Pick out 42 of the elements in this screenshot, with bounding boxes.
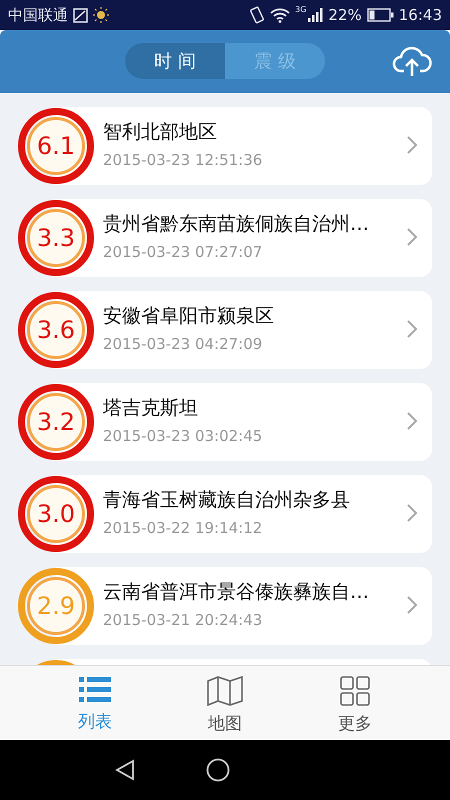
chevron-right-icon: [406, 595, 418, 615]
home-icon[interactable]: [206, 758, 230, 782]
quake-location: 贵州省黔东南苗族侗族自治州…: [103, 212, 370, 237]
cloud-upload-icon[interactable]: [392, 45, 432, 77]
battery-percent: 22%: [328, 6, 362, 24]
nav-tab[interactable]: 更多: [315, 666, 395, 740]
quake-time: 2015-03-23 03:02:45: [103, 427, 264, 445]
magnitude-value: 6.1: [36, 132, 76, 160]
quake-time: 2015-03-22 19:14:12: [103, 519, 264, 537]
grid-icon: [340, 676, 370, 706]
magnitude-value: 3.6: [36, 316, 76, 344]
chevron-right-icon: [406, 227, 418, 247]
nav-tab[interactable]: 地图: [185, 666, 265, 740]
magnitude-value: 3.3: [36, 224, 76, 252]
map-icon: [207, 676, 243, 706]
quake-time: 2015-03-23 04:27:09: [103, 335, 264, 353]
magnitude-value: 3.2: [36, 408, 76, 436]
clock-time: 16:43: [398, 6, 442, 24]
quake-time: 2015-03-21 20:24:43: [103, 611, 264, 629]
quake-location: 塔吉克斯坦: [103, 396, 199, 421]
chevron-right-icon: [406, 503, 418, 523]
carrier-name: 中国联通: [8, 6, 68, 24]
sun-icon: [93, 7, 109, 23]
magnitude-value: 2.9: [36, 592, 76, 620]
sort-tab[interactable]: 时间: [125, 43, 225, 79]
quake-time: 2015-03-23 12:51:36: [103, 151, 264, 169]
list-icon: [79, 676, 111, 704]
nav-tab[interactable]: 列表: [55, 666, 135, 740]
quake-location: 云南省普洱市景谷傣族彝族自…: [103, 580, 370, 605]
network-type: 3G: [295, 5, 306, 14]
wifi-icon: [270, 7, 290, 23]
quake-location: 青海省玉树藏族自治州杂多县: [103, 488, 351, 513]
battery-icon: [366, 8, 394, 22]
signal-icon: [307, 7, 324, 23]
chevron-right-icon: [406, 135, 418, 155]
chevron-right-icon: [406, 411, 418, 431]
quake-location: 智利北部地区: [103, 120, 218, 145]
back-icon[interactable]: [114, 759, 136, 781]
chevron-right-icon: [406, 319, 418, 339]
quake-time: 2015-03-23 07:27:07: [103, 243, 264, 261]
magnitude-value: 3.0: [36, 500, 76, 528]
quake-location: 安徽省阜阳市颍泉区: [103, 304, 275, 329]
